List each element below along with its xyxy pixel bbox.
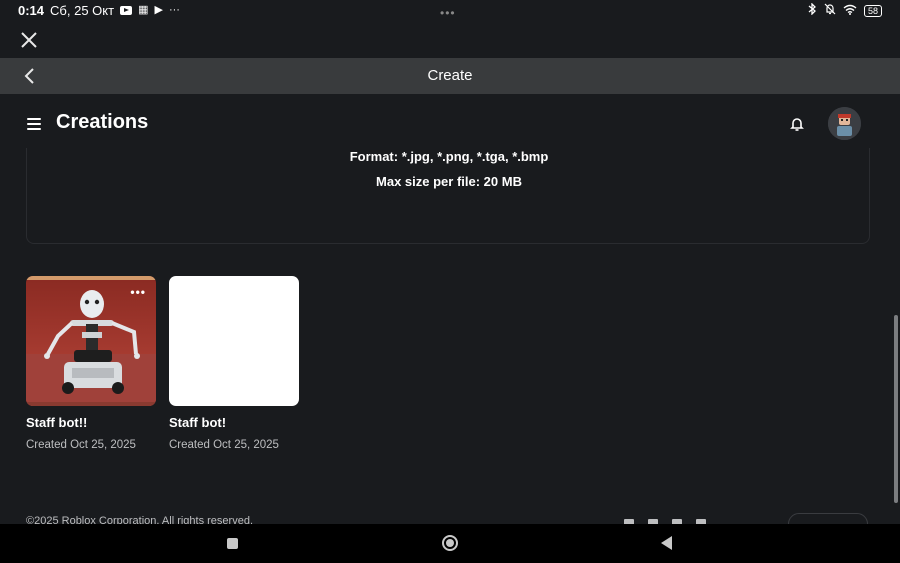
avatar[interactable] — [828, 107, 861, 140]
upload-max-size-text: Max size per file: 20 MB — [376, 174, 522, 189]
creation-card[interactable]: ••• Staff bot!! Created Oct 25, 2025 — [26, 276, 156, 451]
upload-format-text: Format: *.jpg, *.png, *.tga, *.bmp — [349, 149, 549, 164]
status-left: 0:14 Сб, 25 Окт ▦ ▶ ··· — [18, 3, 180, 18]
creation-thumbnail[interactable] — [169, 276, 299, 406]
creation-thumbnail[interactable]: ••• — [26, 276, 156, 406]
recent-apps-icon[interactable] — [227, 538, 238, 549]
menu-icon-line — [27, 123, 41, 125]
calendar-icon: ▦ — [138, 4, 149, 16]
menu-icon-line — [27, 128, 41, 130]
navigation-bar — [0, 524, 900, 563]
title-bar-title: Create — [427, 67, 473, 84]
youtube-icon — [120, 6, 133, 15]
close-row — [0, 22, 900, 58]
notifications-button[interactable] — [789, 115, 805, 133]
battery-icon: 58 — [863, 4, 882, 17]
bell-off-icon — [824, 3, 836, 18]
app-header: Creations — [0, 94, 900, 148]
bell-icon — [790, 118, 804, 131]
status-date: Сб, 25 Окт — [50, 3, 115, 18]
more-notifications-icon: ··· — [168, 4, 180, 16]
creation-name[interactable]: Staff bot! — [169, 415, 299, 430]
creation-card[interactable]: Staff bot! Created Oct 25, 2025 — [169, 276, 299, 451]
page-title: Creations — [56, 111, 149, 133]
avatar-image — [828, 107, 861, 140]
status-time: 0:14 — [18, 3, 45, 18]
upload-panel: Format: *.jpg, *.png, *.tga, *.bmp Max s… — [26, 132, 870, 244]
status-right: 58 — [808, 2, 882, 18]
back-triangle-icon[interactable] — [661, 536, 672, 550]
status-bar: 0:14 Сб, 25 Окт ▦ ▶ ··· ••• 58 — [0, 0, 900, 22]
creation-date: Created Oct 25, 2025 — [169, 439, 279, 451]
status-center-dots: ••• — [440, 6, 456, 20]
wifi-icon — [843, 4, 857, 18]
bluetooth-icon — [808, 2, 817, 18]
more-options-button[interactable]: ••• — [130, 286, 146, 298]
creation-date: Created Oct 25, 2025 — [26, 439, 136, 451]
menu-button[interactable] — [27, 118, 41, 130]
app-window: 0:14 Сб, 25 Окт ▦ ▶ ··· ••• 58 Create Fo… — [0, 0, 900, 563]
close-button[interactable] — [20, 31, 38, 49]
menu-icon — [27, 118, 41, 120]
close-icon — [21, 32, 37, 48]
home-icon[interactable] — [442, 535, 458, 551]
scrollbar[interactable] — [894, 315, 898, 503]
play-icon: ▶ — [154, 4, 163, 16]
creation-name[interactable]: Staff bot!! — [26, 415, 156, 430]
title-bar: Create — [0, 58, 900, 94]
